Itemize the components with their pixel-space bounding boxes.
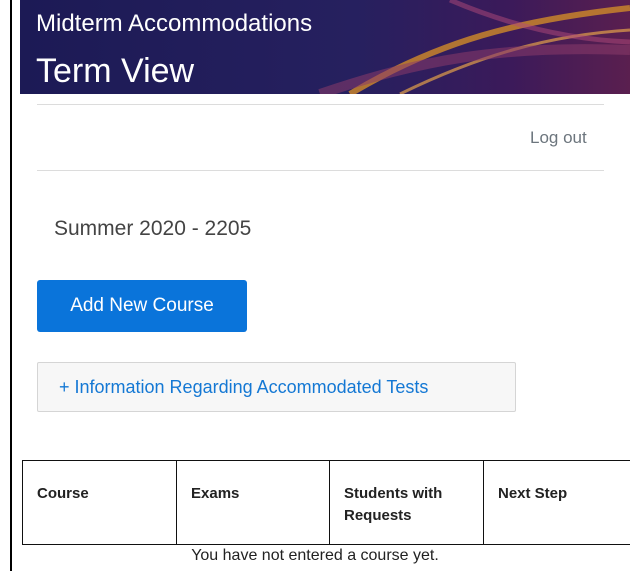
app-subtitle: Midterm Accommodations: [36, 10, 313, 37]
add-new-course-button[interactable]: Add New Course: [37, 280, 247, 332]
accommodated-tests-info-toggle[interactable]: + Information Regarding Accommodated Tes…: [37, 362, 516, 412]
page-title: Term View: [36, 52, 195, 90]
courses-table: Course Exams Students with Requests Next…: [22, 460, 630, 545]
divider-bottom: [37, 170, 604, 171]
logout-link[interactable]: Log out: [530, 128, 587, 148]
empty-courses-message: You have not entered a course yet.: [191, 547, 439, 564]
column-header-exams: Exams: [176, 460, 330, 545]
column-header-next-step: Next Step: [483, 460, 630, 545]
courses-table-header-row: Course Exams Students with Requests Next…: [22, 460, 630, 545]
term-label: Summer 2020 - 2205: [54, 217, 252, 240]
left-frame-border: [10, 0, 12, 571]
divider-top: [37, 104, 604, 105]
column-header-course: Course: [22, 460, 177, 545]
app-banner: Midterm Accommodations Term View: [20, 0, 630, 94]
column-header-students-with-requests: Students with Requests: [329, 460, 484, 545]
